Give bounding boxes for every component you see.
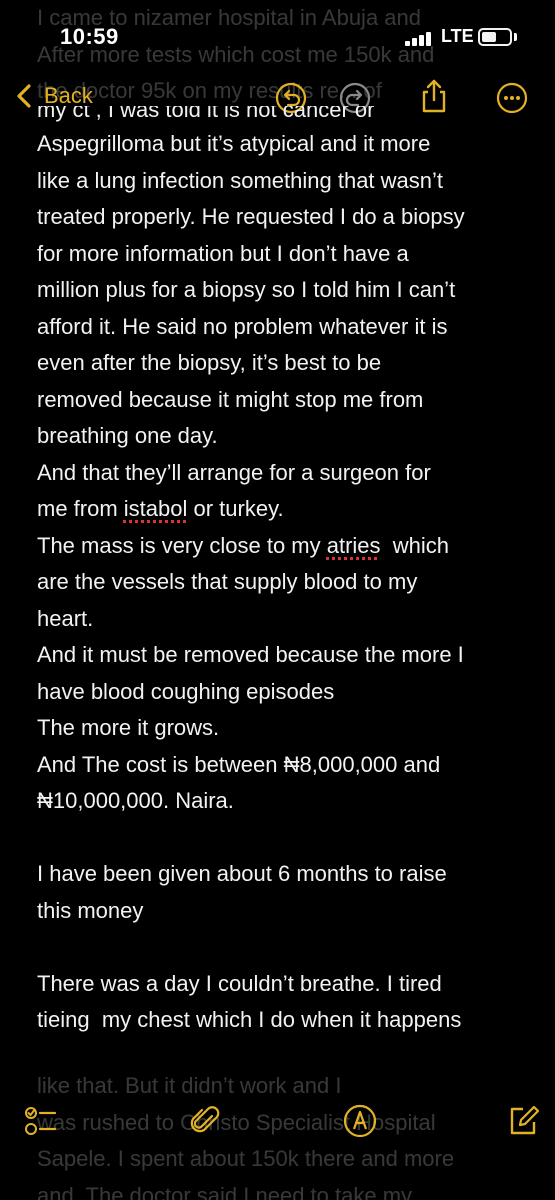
note-line: I have been given about 6 months to rais… (37, 861, 447, 886)
note-line: have blood coughing episodes (37, 678, 335, 704)
markup-pen-icon[interactable] (343, 1104, 377, 1138)
note-line: ₦10,000,000. Naira. (37, 788, 234, 813)
note-line: The more it grows. (37, 715, 220, 740)
note-line: for more information but I don’t have a (37, 240, 409, 266)
note-line: And it must be removed because the more … (37, 642, 464, 667)
note-line: like a lung infection something that was… (37, 167, 444, 193)
note-line: Aspegrilloma but it’s atypical and it mo… (37, 131, 431, 156)
note-line: afford it. He said no problem whatever i… (37, 313, 448, 339)
attachment-icon[interactable] (188, 1104, 222, 1138)
note-line: And The cost is between ₦8,000,000 and (37, 751, 441, 777)
bottom-toolbar (0, 1100, 555, 1200)
note-line: breathing one day. (37, 423, 218, 448)
note-line: tieing my chest which I do when it happe… (37, 1007, 462, 1032)
battery-icon (478, 28, 512, 46)
note-line: And that they’ll arrange for a surgeon f… (37, 459, 431, 485)
note-line: million plus for a biopsy so I told him … (37, 277, 456, 302)
chevron-left-icon (17, 84, 31, 108)
note-line: removed because it might stop me from (37, 386, 424, 412)
note-body[interactable]: Aspegrilloma but it’s atypical and it mo… (37, 126, 537, 1039)
note-line-clipped: my ct , I was told it is not cancer or (37, 106, 375, 122)
note-line: are the vessels that supply blood to my (37, 569, 418, 594)
misspelled-word[interactable]: atries (327, 533, 381, 558)
compose-icon[interactable] (506, 1104, 540, 1138)
note-line: There was a day I couldn’t breathe. I ti… (37, 970, 442, 996)
note-line: heart. (37, 605, 94, 631)
status-time: 10:59 (60, 24, 119, 49)
signal-strength-icon (405, 30, 435, 46)
note-line: treated properly. He requested I do a bi… (37, 204, 465, 229)
status-bar: 10:59 LTE (0, 0, 555, 74)
note-line: The mass is very close to my atries whic… (37, 532, 450, 558)
battery-tip (514, 33, 517, 41)
checklist-icon[interactable] (24, 1104, 58, 1138)
network-type: LTE (441, 26, 474, 46)
note-line: this money (37, 897, 144, 923)
misspelled-word[interactable]: istabol (124, 496, 188, 521)
note-line: even after the biopsy, it’s best to be (37, 350, 382, 375)
note-line: me from istabol or turkey. (37, 496, 284, 521)
